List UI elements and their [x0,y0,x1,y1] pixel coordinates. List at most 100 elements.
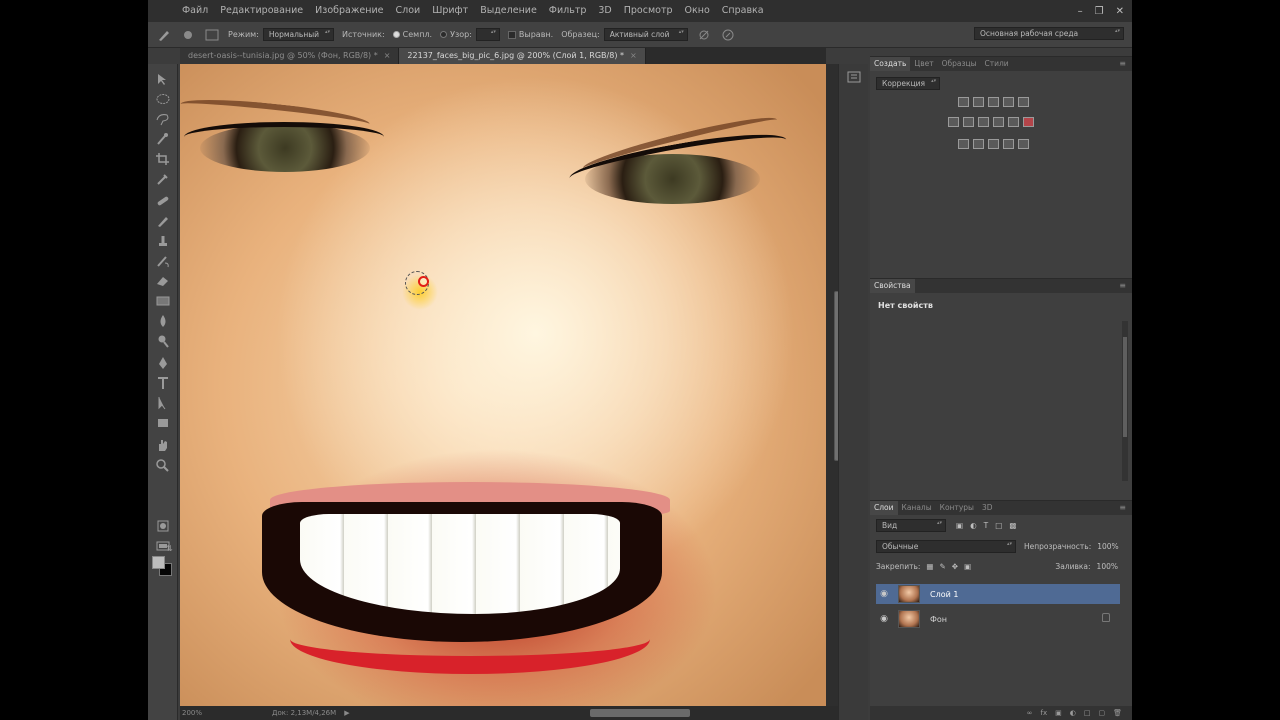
levels-icon[interactable] [973,97,984,107]
quick-mask-icon[interactable] [155,519,171,533]
posterize-icon[interactable] [973,139,984,149]
dodge-tool-icon[interactable] [155,334,171,348]
layer-row[interactable]: ◉ Слой 1 [876,584,1120,604]
layer-row[interactable]: ◉ Фон [876,609,1120,629]
crop-tool-icon[interactable] [155,152,171,166]
brush-panel-toggle[interactable] [204,28,220,42]
restore-icon[interactable]: ❐ [1095,6,1104,17]
marquee-tool-icon[interactable] [155,92,171,106]
menu-help[interactable]: Справка [716,0,770,22]
scroll-thumb[interactable] [1123,337,1127,437]
visibility-eye-icon[interactable]: ◉ [876,614,892,624]
close-icon[interactable]: ✕ [1116,6,1124,17]
layer-name[interactable]: Слой 1 [930,590,958,599]
gradient-tool-icon[interactable] [155,294,171,308]
workspace-dropdown[interactable]: Основная рабочая среда [974,27,1124,40]
zoom-level[interactable]: 200% [182,709,222,717]
vibrance-icon[interactable] [1018,97,1029,107]
tab-properties[interactable]: Свойства [870,279,915,293]
eraser-tool-icon[interactable] [155,274,171,288]
menu-image[interactable]: Изображение [309,0,389,22]
ignore-adjustment-layers-button[interactable] [696,28,712,42]
pressure-button[interactable] [720,28,736,42]
lock-transparency-icon[interactable]: ▦ [926,562,933,571]
close-tab-icon[interactable]: × [630,51,637,60]
path-selection-tool-icon[interactable] [155,396,171,410]
filter-smart-object-icon[interactable]: ▩ [1009,521,1016,530]
brush-size-picker[interactable] [180,28,196,42]
zoom-tool-icon[interactable] [155,458,171,472]
opacity-value[interactable]: 100% [1097,542,1118,551]
black-white-icon[interactable] [978,117,989,127]
filter-pixel-icon[interactable]: ▣ [956,521,963,530]
brush-tool-icon[interactable] [155,214,171,228]
threshold-icon[interactable] [988,139,999,149]
new-layer-icon[interactable]: ▢ [1098,709,1105,717]
tab-faces[interactable]: 22137_faces_big_pic_6.jpg @ 200% (Слой 1… [399,48,646,64]
screen-mode-icon[interactable] [155,539,171,553]
history-panel-icon[interactable] [846,70,862,84]
spot-healing-tool-icon[interactable] [155,194,171,208]
canvas-vertical-scrollbar[interactable] [826,64,842,706]
tool-preset-picker[interactable] [156,28,172,42]
filter-adjustment-icon[interactable]: ◐ [970,521,977,530]
channel-mixer-icon[interactable] [1008,117,1019,127]
move-tool-icon[interactable] [155,72,171,86]
type-tool-icon[interactable] [155,376,171,390]
canvas-horizontal-scrollbar[interactable] [590,709,690,717]
source-pattern-radio[interactable]: Узор: [440,30,472,39]
panel-menu-icon[interactable]: ≡ [1119,57,1126,71]
clone-stamp-tool-icon[interactable] [155,234,171,248]
menu-layers[interactable]: Слои [389,0,426,22]
tab-swatches[interactable]: Образцы [938,57,981,71]
menu-type[interactable]: Шрифт [426,0,474,22]
rectangle-tool-icon[interactable] [155,416,171,430]
gradient-map-icon[interactable] [1003,139,1014,149]
blend-mode-dropdown[interactable]: Обычные [876,540,1016,553]
menu-edit[interactable]: Редактирование [214,0,309,22]
color-balance-icon[interactable] [963,117,974,127]
filter-type-icon[interactable]: T [984,521,989,530]
tab-create[interactable]: Создать [870,57,911,71]
invert-icon[interactable] [958,139,969,149]
add-mask-icon[interactable]: ▣ [1055,709,1062,717]
menu-filter[interactable]: Фильтр [543,0,593,22]
adjustment-preset-dropdown[interactable]: Коррекция [876,77,941,90]
color-lookup-icon[interactable] [1023,117,1034,127]
tab-layers[interactable]: Слои [870,501,898,515]
blur-tool-icon[interactable] [155,314,171,328]
pattern-dropdown[interactable] [475,28,500,41]
lasso-tool-icon[interactable] [155,112,171,126]
layer-style-icon[interactable]: fx [1041,709,1048,717]
new-adjustment-icon[interactable]: ◐ [1070,709,1076,717]
menu-file[interactable]: Файл [176,0,214,22]
tab-channels[interactable]: Каналы [898,501,936,515]
document-canvas[interactable] [180,64,826,706]
close-tab-icon[interactable]: × [384,51,391,60]
status-menu-arrow-icon[interactable]: ▶ [344,709,349,717]
tab-paths[interactable]: Контуры [936,501,978,515]
selective-color-icon[interactable] [1018,139,1029,149]
minimize-icon[interactable]: – [1078,6,1083,17]
tab-desert-oasis[interactable]: desert-oasis--tunisia.jpg @ 50% (Фон, RG… [180,48,400,64]
link-layers-icon[interactable]: ∞ [1027,709,1033,717]
properties-scrollbar[interactable] [1122,321,1128,481]
menu-select[interactable]: Выделение [474,0,543,22]
layer-name[interactable]: Фон [930,615,947,624]
exposure-icon[interactable] [1003,97,1014,107]
history-brush-tool-icon[interactable] [155,254,171,268]
lock-all-icon[interactable]: ▣ [964,562,971,571]
panel-menu-icon[interactable]: ≡ [1119,501,1126,515]
foreground-color-swatch[interactable] [152,556,165,569]
lock-position-icon[interactable]: ✥ [952,562,958,571]
hand-tool-icon[interactable] [155,438,171,452]
source-sampled-radio[interactable]: Семпл. [392,30,432,39]
eyedropper-tool-icon[interactable] [155,172,171,186]
visibility-eye-icon[interactable]: ◉ [876,589,892,599]
layer-filter-dropdown[interactable]: Вид [876,519,946,532]
panel-menu-icon[interactable]: ≡ [1119,279,1126,293]
curves-icon[interactable] [988,97,999,107]
brightness-icon[interactable] [958,97,969,107]
quick-select-tool-icon[interactable] [155,132,171,146]
aligned-checkbox[interactable]: Выравн. [507,30,553,39]
